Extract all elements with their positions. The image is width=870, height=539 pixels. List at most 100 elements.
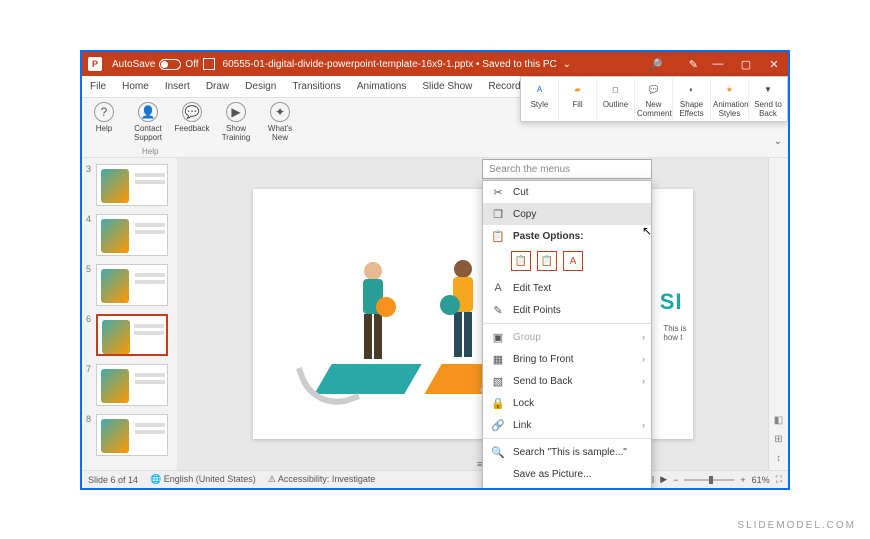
submenu-arrow-icon: › — [642, 420, 645, 430]
paste-option-2[interactable]: A — [563, 251, 583, 271]
ctx-icon: 🔗 — [491, 418, 505, 432]
slide-canvas-area[interactable]: SI This is how t ≡ Notes — [177, 158, 768, 470]
paste-option-0[interactable]: 📋 — [511, 251, 531, 271]
ctx-translate[interactable]: 🔤Translate — [483, 485, 651, 490]
zoom-out-icon[interactable]: − — [673, 475, 678, 485]
slide-thumbnail[interactable] — [96, 364, 168, 406]
close-button[interactable]: ✕ — [760, 52, 788, 76]
slide-thumbnail[interactable] — [96, 314, 168, 356]
tab-insert[interactable]: Insert — [157, 76, 198, 97]
tab-file[interactable]: File — [82, 76, 114, 97]
thumb-row[interactable]: 4 — [82, 212, 177, 262]
ctx-link[interactable]: 🔗Link› — [483, 414, 651, 436]
thumb-row[interactable]: 8 — [82, 412, 177, 462]
mic-icon[interactable]: ✎ — [689, 58, 698, 71]
fill-icon: ▰ — [569, 80, 587, 98]
ctx-label: Edit Text — [513, 283, 551, 294]
ctx-copy[interactable]: ❐Copy — [483, 203, 651, 225]
ctx-label: Search "This is sample..." — [513, 447, 627, 458]
status-bar: Slide 6 of 14 🌐 English (United States) … — [82, 470, 788, 488]
thumb-row[interactable]: 5 — [82, 262, 177, 312]
zoom-slider[interactable] — [684, 479, 734, 481]
ribbon-contact-support[interactable]: 👤Contact Support — [126, 98, 170, 146]
fit-icon[interactable]: ⛶ — [776, 474, 782, 485]
ctx-send-to-back[interactable]: ▧Send to Back› — [483, 370, 651, 392]
zoom-in-icon[interactable]: + — [740, 475, 745, 485]
ctx-icon: ▣ — [491, 330, 505, 344]
shape-tool-fill[interactable]: ▰Fill — [559, 77, 597, 121]
tab-design[interactable]: Design — [237, 76, 284, 97]
collapse-ribbon-icon[interactable]: ⌄ — [774, 136, 782, 147]
ctx-icon: ✂ — [491, 185, 505, 199]
tab-slide-show[interactable]: Slide Show — [414, 76, 480, 97]
search-icon[interactable]: 🔎 — [649, 58, 663, 71]
tab-transitions[interactable]: Transitions — [284, 76, 349, 97]
slide-thumbnail[interactable] — [96, 164, 168, 206]
ribbon-group-label: Help — [142, 147, 158, 156]
slide-thumbnail[interactable] — [96, 214, 168, 256]
chevron-down-icon[interactable]: ⌄ — [563, 59, 571, 70]
thumb-row[interactable]: 7 — [82, 362, 177, 412]
slide-thumbnail[interactable] — [96, 414, 168, 456]
ribbon-help[interactable]: ?Help — [82, 98, 126, 137]
search-placeholder: Search the menus — [489, 164, 570, 175]
context-search-input[interactable]: Search the menus — [482, 159, 652, 179]
slide-counter[interactable]: Slide 6 of 14 — [88, 475, 138, 485]
shape-tool-send-to-back[interactable]: ▼Send to Back — [749, 77, 787, 121]
shape-tool-animation-styles[interactable]: ★Animation Styles — [711, 77, 749, 121]
zoom-level[interactable]: 61% — [752, 475, 770, 485]
minimize-button[interactable]: — — [704, 52, 732, 76]
file-title[interactable]: 60555-01-digital-divide-powerpoint-templ… — [223, 59, 571, 70]
grid-icon[interactable]: ⊞ — [774, 434, 782, 445]
view-slideshow-icon[interactable]: ▶ — [660, 474, 667, 485]
ctx-edit-points[interactable]: ✎Edit Points — [483, 299, 651, 321]
cursor-icon: ↖ — [642, 224, 652, 238]
slide-subtitle[interactable]: This is how t — [663, 324, 686, 342]
ruler-icon[interactable]: ◧ — [774, 415, 783, 426]
ctx-search-this-is-sample[interactable]: 🔍Search "This is sample..." — [483, 441, 651, 463]
ribbon-what-s-new[interactable]: ✦What's New — [258, 98, 302, 146]
save-icon[interactable] — [203, 58, 215, 70]
ctx-edit-text[interactable]: AEdit Text — [483, 277, 651, 299]
thumb-row[interactable]: 3 — [82, 162, 177, 212]
guides-icon[interactable]: ↕ — [776, 453, 781, 464]
ctx-label: Lock — [513, 398, 534, 409]
style-icon: A — [531, 80, 549, 98]
thumb-row[interactable]: 6 — [82, 312, 177, 362]
access-text: Accessibility: Investigate — [278, 474, 376, 484]
ctx-paste-options[interactable]: 📋 Paste Options: — [483, 225, 651, 247]
ctx-bring-to-front[interactable]: ▦Bring to Front› — [483, 348, 651, 370]
ribbon-feedback[interactable]: 💬Feedback — [170, 98, 214, 137]
autosave-toggle[interactable]: AutoSave Off — [108, 59, 203, 70]
submenu-arrow-icon: › — [642, 376, 645, 386]
paste-option-1[interactable]: 📋 — [537, 251, 557, 271]
ctx-save-as-picture[interactable]: Save as Picture... — [483, 463, 651, 485]
shape-tool-style[interactable]: AStyle — [521, 77, 559, 121]
tab-animations[interactable]: Animations — [349, 76, 414, 97]
ctx-label: Paste Options: — [513, 231, 584, 242]
slide-thumbnail[interactable] — [96, 264, 168, 306]
shape-tool-shape-effects[interactable]: ◐Shape Effects — [673, 77, 711, 121]
anim-icon: ★ — [721, 80, 739, 98]
ctx-lock[interactable]: 🔒Lock — [483, 392, 651, 414]
slide-title-text[interactable]: SI — [660, 289, 683, 315]
tab-home[interactable]: Home — [114, 76, 157, 97]
ctx-icon: 🔤 — [491, 489, 505, 490]
slide-thumbnails[interactable]: 345678 — [82, 158, 177, 470]
shape-tool-new-comment[interactable]: 💬New Comment — [635, 77, 673, 121]
ribbon-show-training[interactable]: ▶Show Training — [214, 98, 258, 146]
toggle-switch-icon[interactable] — [159, 59, 181, 70]
separator — [483, 438, 651, 439]
maximize-button[interactable]: ▢ — [732, 52, 760, 76]
ctx-icon: ▦ — [491, 352, 505, 366]
tab-draw[interactable]: Draw — [198, 76, 237, 97]
ctx-label: Save as Picture... — [513, 469, 591, 480]
illustration-person-left — [348, 259, 398, 369]
accessibility-status[interactable]: ⚠ Accessibility: Investigate — [268, 474, 376, 485]
ctx-icon: 📋 — [491, 229, 505, 243]
lang-indicator[interactable]: 🌐 English (United States) — [150, 474, 256, 485]
ctx-cut[interactable]: ✂Cut — [483, 181, 651, 203]
autosave-label: AutoSave — [112, 59, 155, 70]
right-rail: ◧ ⊞ ↕ — [768, 158, 788, 470]
shape-tool-outline[interactable]: ◻Outline — [597, 77, 635, 121]
